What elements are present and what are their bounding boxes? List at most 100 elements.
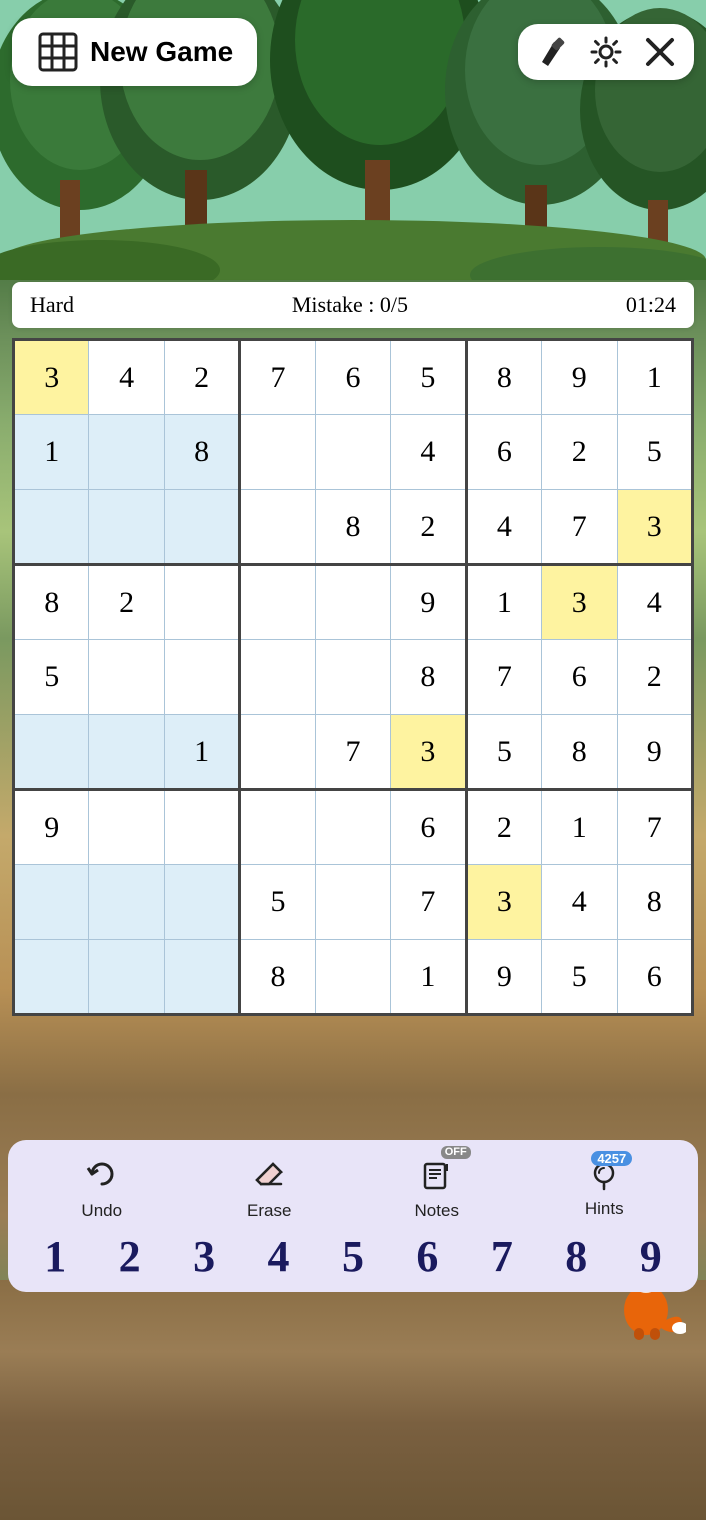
table-row[interactable]: 6 [315,340,390,415]
table-row[interactable] [240,490,315,565]
number-button-1[interactable]: 1 [25,1231,85,1282]
table-row[interactable] [315,640,390,715]
table-row[interactable]: 4 [542,865,617,940]
table-row[interactable] [315,790,390,865]
table-row[interactable]: 4 [89,340,164,415]
table-row[interactable] [240,640,315,715]
table-row[interactable] [240,790,315,865]
notes-button[interactable]: OFF Notes [397,1156,477,1221]
table-row[interactable] [14,490,89,565]
table-row[interactable]: 5 [542,940,617,1015]
table-row[interactable] [14,865,89,940]
table-row[interactable] [315,940,390,1015]
table-row[interactable]: 5 [466,715,541,790]
difficulty-label: Hard [30,292,74,318]
table-row[interactable]: 7 [542,490,617,565]
table-row[interactable]: 6 [617,940,693,1015]
table-row[interactable]: 8 [617,865,693,940]
table-row[interactable]: 3 [466,865,541,940]
table-row[interactable]: 5 [240,865,315,940]
table-row[interactable]: 5 [14,640,89,715]
number-button-9[interactable]: 9 [621,1231,681,1282]
number-button-5[interactable]: 5 [323,1231,383,1282]
top-bar: New Game [12,18,694,86]
table-row[interactable]: 8 [391,640,466,715]
table-row[interactable]: 1 [466,565,541,640]
table-row[interactable] [240,415,315,490]
table-row[interactable] [89,640,164,715]
table-row[interactable]: 9 [391,565,466,640]
table-row[interactable] [89,490,164,565]
table-row[interactable]: 4 [391,415,466,490]
table-row[interactable]: 1 [391,940,466,1015]
number-button-2[interactable]: 2 [100,1231,160,1282]
table-row[interactable]: 8 [164,415,239,490]
paint-button[interactable] [534,34,570,70]
table-row[interactable]: 2 [89,565,164,640]
table-row[interactable]: 3 [617,490,693,565]
table-row[interactable] [14,715,89,790]
table-row[interactable] [89,790,164,865]
number-button-3[interactable]: 3 [174,1231,234,1282]
hints-button[interactable]: 4257 Hints [564,1159,644,1219]
table-row[interactable]: 3 [542,565,617,640]
table-row[interactable]: 2 [164,340,239,415]
table-row[interactable]: 6 [542,640,617,715]
table-row[interactable] [315,415,390,490]
table-row[interactable] [164,790,239,865]
table-row[interactable]: 9 [466,940,541,1015]
close-button[interactable] [642,34,678,70]
table-row[interactable]: 2 [466,790,541,865]
number-button-4[interactable]: 4 [249,1231,309,1282]
table-row[interactable]: 4 [466,490,541,565]
table-row[interactable]: 2 [542,415,617,490]
table-row[interactable] [89,865,164,940]
table-row[interactable]: 1 [542,790,617,865]
table-row[interactable]: 8 [466,340,541,415]
number-button-8[interactable]: 8 [546,1231,606,1282]
table-row[interactable] [89,940,164,1015]
table-row[interactable]: 8 [315,490,390,565]
table-row[interactable]: 1 [14,415,89,490]
table-row[interactable]: 8 [240,940,315,1015]
settings-button[interactable] [588,34,624,70]
table-row[interactable]: 8 [14,565,89,640]
table-row[interactable] [164,940,239,1015]
table-row[interactable]: 7 [315,715,390,790]
table-row[interactable]: 6 [391,790,466,865]
table-row[interactable] [240,715,315,790]
table-row[interactable]: 2 [617,640,693,715]
table-row[interactable]: 2 [391,490,466,565]
table-row[interactable] [14,940,89,1015]
table-row[interactable] [164,490,239,565]
number-button-7[interactable]: 7 [472,1231,532,1282]
table-row[interactable]: 5 [391,340,466,415]
table-row[interactable]: 7 [466,640,541,715]
table-row[interactable]: 6 [466,415,541,490]
table-row[interactable]: 4 [617,565,693,640]
table-row[interactable]: 9 [14,790,89,865]
table-row[interactable] [315,565,390,640]
table-row[interactable]: 5 [617,415,693,490]
table-row[interactable] [89,715,164,790]
table-row[interactable]: 3 [391,715,466,790]
table-row[interactable]: 7 [617,790,693,865]
table-row[interactable]: 9 [617,715,693,790]
undo-button[interactable]: Undo [62,1156,142,1221]
table-row[interactable] [315,865,390,940]
table-row[interactable]: 7 [240,340,315,415]
table-row[interactable] [240,565,315,640]
table-row[interactable]: 7 [391,865,466,940]
table-row[interactable] [164,865,239,940]
table-row[interactable] [164,640,239,715]
table-row[interactable] [89,415,164,490]
table-row[interactable]: 1 [617,340,693,415]
number-button-6[interactable]: 6 [397,1231,457,1282]
table-row[interactable]: 8 [542,715,617,790]
table-row[interactable]: 3 [14,340,89,415]
erase-button[interactable]: Erase [229,1156,309,1221]
table-row[interactable]: 1 [164,715,239,790]
table-row[interactable]: 9 [542,340,617,415]
table-row[interactable] [164,565,239,640]
new-game-button[interactable]: New Game [12,18,257,86]
